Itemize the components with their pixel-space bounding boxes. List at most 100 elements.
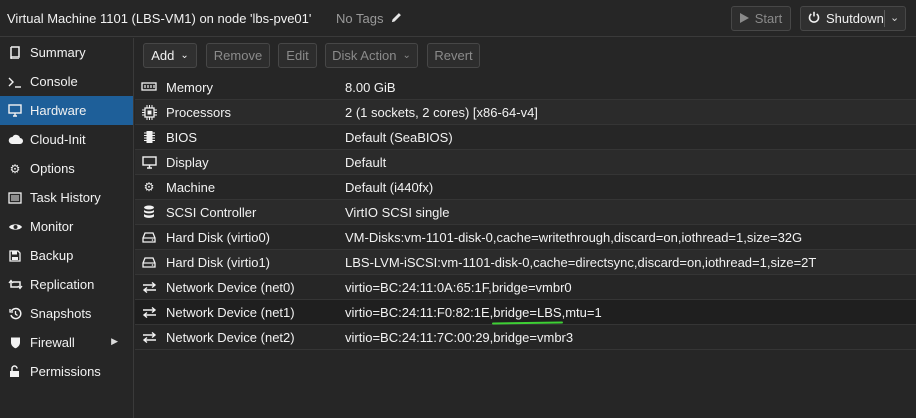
row-name: Network Device (net1) <box>166 304 295 320</box>
floppy-icon <box>7 249 23 262</box>
row-name: Network Device (net0) <box>166 279 295 295</box>
revert-button[interactable]: Revert <box>427 43 480 68</box>
remove-label: Remove <box>213 48 263 63</box>
sidebar-item-label: Console <box>30 74 78 89</box>
row-name: Machine <box>166 179 216 195</box>
sidebar-item-summary[interactable]: Summary <box>0 38 133 67</box>
sidebar-item-permissions[interactable]: Permissions <box>0 357 133 386</box>
row-name: Processors <box>166 104 232 120</box>
top-bar: Virtual Machine 1101 (LBS-VM1) on node '… <box>0 0 916 37</box>
cpu-icon <box>138 104 160 120</box>
sidebar-item-label: Task History <box>30 190 101 205</box>
caret-right-icon[interactable]: ▶ <box>111 336 118 347</box>
value-prefix: virtio=BC:24:11:F0:82:1E, <box>345 304 494 320</box>
table-row[interactable]: ⚙ Machine Default (i440fx) <box>135 175 916 200</box>
hardware-grid: Memory 8.00 GiB Processors 2 (1 sockets,… <box>135 75 916 350</box>
table-row[interactable]: Network Device (net2) virtio=BC:24:11:7C… <box>135 325 916 350</box>
sidebar-item-label: Monitor <box>30 219 74 234</box>
row-value: 8.00 GiB <box>345 79 396 95</box>
sidebar-item-backup[interactable]: Backup <box>0 241 133 270</box>
sidebar-item-firewall[interactable]: Firewall ▶ <box>0 328 133 357</box>
row-value: Default <box>345 154 387 170</box>
row-value: LBS-LVM-iSCSI:vm-1101-disk-0,cache=direc… <box>345 254 817 270</box>
row-name: Hard Disk (virtio1) <box>166 254 271 270</box>
tags-area[interactable]: No Tags <box>336 11 402 26</box>
gear-icon: ⚙ <box>9 161 21 176</box>
split-divider <box>884 10 885 27</box>
cloud-icon <box>7 134 23 145</box>
table-row[interactable]: Display Default <box>135 150 916 175</box>
row-name: Display <box>166 154 209 170</box>
table-row[interactable]: Memory 8.00 GiB <box>135 75 916 100</box>
start-label: Start <box>754 11 783 26</box>
shutdown-button[interactable]: Shutdown ⌄ <box>800 6 906 31</box>
sidebar-item-options[interactable]: ⚙ Options <box>0 154 133 183</box>
history-icon <box>7 307 23 320</box>
sidebar-item-task-history[interactable]: Task History <box>0 183 133 212</box>
chevron-down-icon: ⌄ <box>180 50 189 61</box>
chevron-down-icon[interactable]: ⌄ <box>890 11 899 24</box>
table-row[interactable]: Network Device (net1) virtio=BC:24:11:F0… <box>135 300 916 325</box>
sidebar-item-label: Summary <box>30 45 86 60</box>
table-row[interactable]: BIOS Default (SeaBIOS) <box>135 125 916 150</box>
sidebar-item-cloud-init[interactable]: Cloud-Init <box>0 125 133 154</box>
remove-button[interactable]: Remove <box>206 43 270 68</box>
sidebar-item-replication[interactable]: Replication <box>0 270 133 299</box>
terminal-icon <box>7 76 23 88</box>
edit-label: Edit <box>286 48 309 63</box>
row-name: Hard Disk (virtio0) <box>166 229 271 245</box>
sidebar-item-label: Cloud-Init <box>30 132 86 147</box>
sidebar-item-hardware[interactable]: Hardware <box>0 96 133 125</box>
revert-label: Revert <box>434 48 473 63</box>
hardware-toolbar: Add ⌄ Remove Edit Disk Action ⌄ Revert <box>135 38 916 74</box>
row-value: virtio=BC:24:11:7C:00:29,bridge=vmbr3 <box>345 329 574 345</box>
highlighted-bridge: bridge=LBS <box>493 304 562 320</box>
row-name: BIOS <box>166 129 198 145</box>
disk-action-button[interactable]: Disk Action ⌄ <box>325 43 418 68</box>
microchip-icon <box>138 130 160 144</box>
table-row[interactable]: Processors 2 (1 sockets, 2 cores) [x86-6… <box>135 100 916 125</box>
book-icon <box>7 46 23 59</box>
hdd-icon <box>138 256 160 268</box>
table-row[interactable]: Network Device (net0) virtio=BC:24:11:0A… <box>135 275 916 300</box>
vm-title: Virtual Machine 1101 (LBS-VM1) on node '… <box>7 11 312 26</box>
sidebar-item-label: Hardware <box>30 103 87 118</box>
disk-action-label: Disk Action <box>332 48 397 63</box>
tags-label: No Tags <box>336 11 384 26</box>
sidebar-item-monitor[interactable]: Monitor <box>0 212 133 241</box>
exchange-icon <box>138 306 160 318</box>
edit-button[interactable]: Edit <box>278 43 317 68</box>
add-button[interactable]: Add ⌄ <box>143 43 197 68</box>
shield-icon <box>7 336 23 349</box>
retweet-icon <box>7 279 23 290</box>
row-value: 2 (1 sockets, 2 cores) [x86-64-v4] <box>345 104 538 120</box>
start-button[interactable]: Start <box>731 6 791 31</box>
row-value: Default (SeaBIOS) <box>345 129 453 145</box>
hdd-icon <box>138 231 160 243</box>
power-icon <box>808 11 820 26</box>
row-value: Default (i440fx) <box>345 179 434 195</box>
sidebar-item-snapshots[interactable]: Snapshots <box>0 299 133 328</box>
memory-icon <box>138 82 160 92</box>
monitor-icon <box>7 104 23 117</box>
eye-icon <box>7 222 23 232</box>
table-row[interactable]: SCSI Controller VirtIO SCSI single <box>135 200 916 225</box>
cogs-icon: ⚙ <box>143 180 155 194</box>
row-value: virtio=BC:24:11:F0:82:1E,bridge=LBS,mtu=… <box>345 305 602 320</box>
play-icon <box>739 11 749 26</box>
sidebar-item-console[interactable]: Console <box>0 67 133 96</box>
pencil-icon[interactable] <box>391 11 402 26</box>
sidebar-item-label: Options <box>30 161 75 176</box>
row-name: Memory <box>166 79 213 95</box>
sidebar-item-label: Backup <box>30 248 74 263</box>
list-icon <box>7 191 23 204</box>
shutdown-label: Shutdown <box>826 11 884 26</box>
sidebar-item-label: Replication <box>30 277 95 292</box>
sidebar-item-label: Snapshots <box>30 306 92 321</box>
add-label: Add <box>151 48 175 63</box>
table-row[interactable]: Hard Disk (virtio1) LBS-LVM-iSCSI:vm-110… <box>135 250 916 275</box>
row-value: VirtIO SCSI single <box>345 204 450 220</box>
database-icon <box>138 205 160 219</box>
table-row[interactable]: Hard Disk (virtio0) VM-Disks:vm-1101-dis… <box>135 225 916 250</box>
unlock-icon <box>7 365 23 378</box>
